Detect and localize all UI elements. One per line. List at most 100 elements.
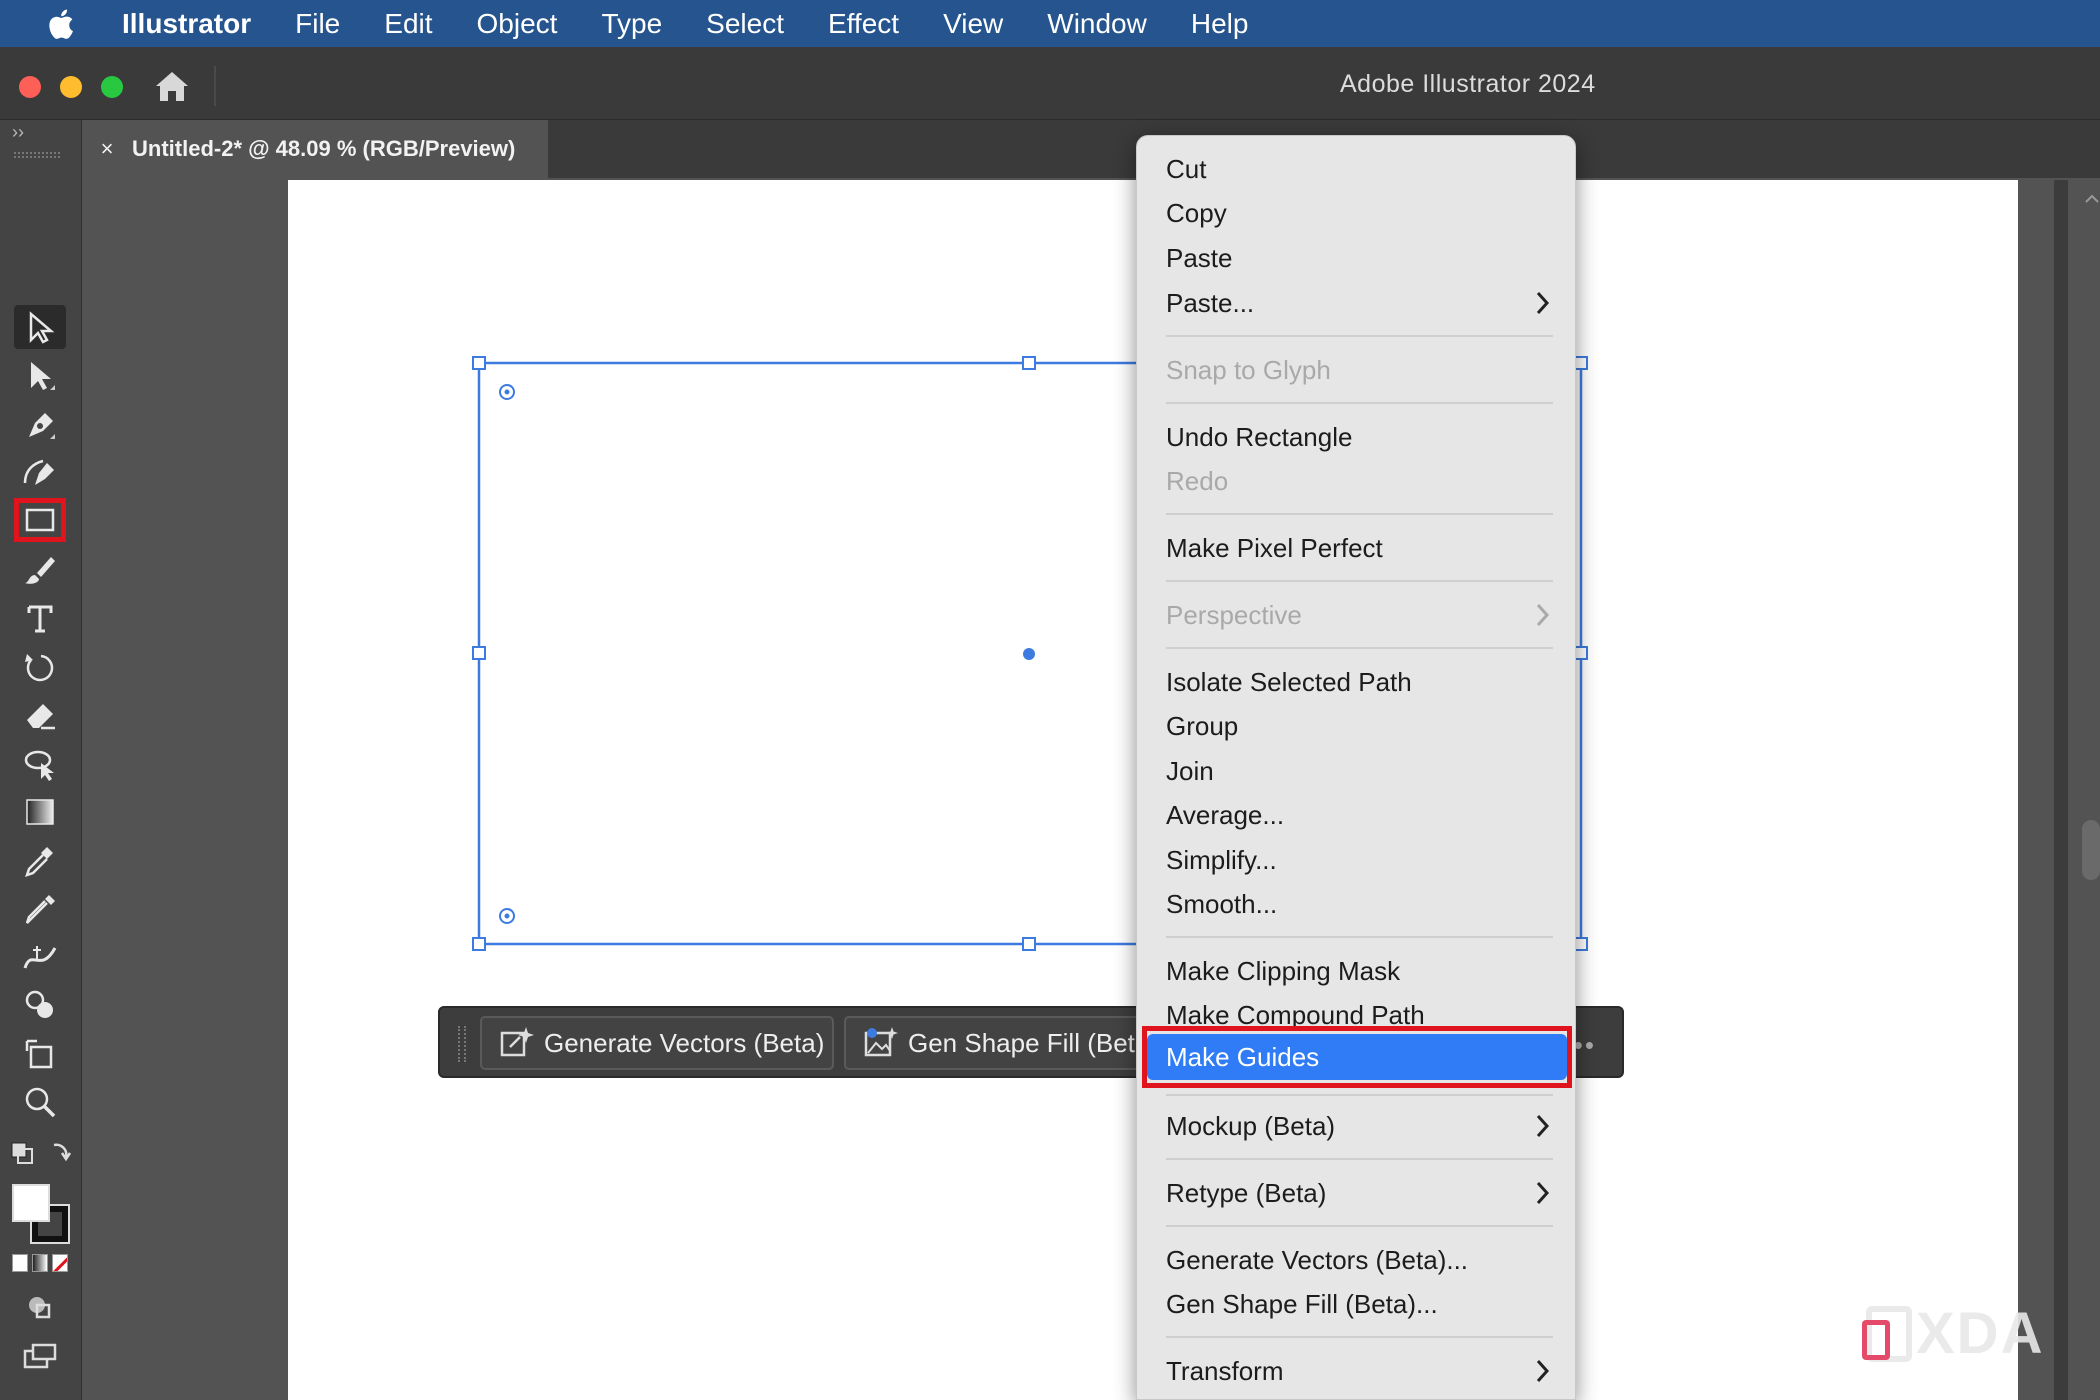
- menu-item-gen-shape-fill-beta[interactable]: Gen Shape Fill (Beta)...: [1137, 1282, 1577, 1326]
- blend-tool-icon[interactable]: [14, 886, 66, 930]
- taskbar-drag-handle[interactable]: [458, 1026, 466, 1062]
- scrollbar-thumb[interactable]: [2082, 820, 2100, 880]
- menu-edit[interactable]: Edit: [362, 8, 454, 40]
- shape-builder-tool-icon[interactable]: [14, 983, 66, 1027]
- menu-item-copy[interactable]: Copy: [1137, 191, 1577, 235]
- menu-item-generate-vectors-beta[interactable]: Generate Vectors (Beta)...: [1137, 1238, 1577, 1282]
- menu-window[interactable]: Window: [1025, 8, 1169, 40]
- vertical-scrollbar[interactable]: [2054, 180, 2100, 1400]
- scroll-up-icon[interactable]: [2084, 192, 2100, 204]
- minimize-window-button[interactable]: [60, 76, 82, 98]
- artboard-tool-icon[interactable]: [14, 1032, 66, 1076]
- window-title-bar: [0, 47, 2100, 120]
- swap-fill-stroke-icon[interactable]: [6, 1134, 76, 1178]
- tab-title: Untitled-2* @ 48.09 % (RGB/Preview): [132, 136, 516, 161]
- selection-tool-icon[interactable]: [14, 305, 66, 349]
- menu-item-group[interactable]: Group: [1137, 704, 1577, 748]
- menu-separator: [1166, 513, 1553, 515]
- toolbar-grip[interactable]: [14, 152, 60, 158]
- menu-item-transform[interactable]: Transform: [1137, 1349, 1577, 1393]
- apple-icon[interactable]: [40, 6, 80, 42]
- menu-item-cut[interactable]: Cut: [1137, 147, 1577, 191]
- zoom-window-button[interactable]: [101, 76, 123, 98]
- gen-shape-fill-label: Gen Shape Fill (Beta: [908, 1027, 1140, 1058]
- taskbar-more-icon[interactable]: ••: [1574, 1030, 1596, 1061]
- draw-mode-icon[interactable]: [14, 1286, 66, 1330]
- close-window-button[interactable]: [19, 76, 41, 98]
- menu-item-redo: Redo: [1166, 465, 1229, 496]
- menu-item-perspective: Perspective: [1137, 593, 1577, 637]
- menu-select[interactable]: Select: [684, 8, 806, 40]
- menu-item-smooth[interactable]: Smooth...: [1137, 882, 1577, 926]
- tools-panel: ››: [0, 120, 82, 1400]
- window-title: Adobe Illustrator 2024: [1340, 70, 1596, 98]
- menu-item-make-pixel-perfect[interactable]: Make Pixel Perfect: [1137, 526, 1577, 570]
- menu-separator: [1166, 1336, 1553, 1338]
- gen-shape-fill-icon: [864, 1027, 898, 1057]
- menu-item-simplify[interactable]: Simplify...: [1137, 838, 1577, 882]
- pen-tool-icon[interactable]: [14, 402, 66, 446]
- more-tools-icon[interactable]: •••: [20, 1394, 44, 1400]
- macos-menu-bar: Illustrator File Edit Object Type Select…: [0, 0, 2100, 47]
- menu-item-label: Perspective: [1166, 599, 1302, 630]
- menu-separator: [1166, 1225, 1553, 1227]
- eyedropper-tool-icon[interactable]: [14, 838, 66, 882]
- gen-shape-fill-button[interactable]: Gen Shape Fill (Beta: [844, 1016, 1140, 1070]
- fill-stroke-swatches[interactable]: [12, 1184, 72, 1244]
- home-icon[interactable]: [152, 66, 192, 106]
- menu-illustrator[interactable]: Illustrator: [110, 8, 273, 40]
- title-bar-divider: [214, 66, 216, 106]
- screen-mode-icon[interactable]: [14, 1334, 66, 1378]
- menu-object[interactable]: Object: [455, 8, 580, 40]
- menu-separator: [1166, 335, 1553, 337]
- menu-item-label: Transform: [1166, 1355, 1284, 1386]
- generate-vectors-label: Generate Vectors (Beta): [544, 1027, 825, 1058]
- make-guides-callout: [1142, 1026, 1572, 1088]
- width-tool-icon[interactable]: [14, 935, 66, 979]
- generate-vectors-button[interactable]: Generate Vectors (Beta): [480, 1016, 834, 1070]
- close-tab-icon[interactable]: ×: [82, 136, 132, 162]
- submenu-chevron-icon: [1536, 291, 1550, 315]
- menu-type[interactable]: Type: [579, 8, 684, 40]
- tab-untitled-2[interactable]: × Untitled-2* @ 48.09 % (RGB/Preview): [82, 120, 548, 178]
- menu-item-mockup-beta[interactable]: Mockup (Beta): [1137, 1104, 1577, 1148]
- direct-selection-tool-icon[interactable]: [14, 353, 66, 397]
- menu-help[interactable]: Help: [1169, 8, 1271, 40]
- color-mode-icons[interactable]: [12, 1254, 72, 1276]
- menu-item-label: Retype (Beta): [1166, 1177, 1327, 1208]
- zoom-tool-icon[interactable]: [14, 1080, 66, 1124]
- menu-item-join[interactable]: Join: [1137, 749, 1577, 793]
- gradient-tool-icon[interactable]: [14, 790, 66, 834]
- toolbar-collapse-icon[interactable]: ››: [12, 122, 24, 143]
- menu-file[interactable]: File: [273, 8, 362, 40]
- menu-separator: [1166, 580, 1553, 582]
- type-tool-icon[interactable]: [14, 596, 66, 640]
- paintbrush-tool-icon[interactable]: [14, 548, 66, 592]
- xda-logo-icon: [1862, 1305, 1912, 1362]
- menu-separator: [1166, 1094, 1553, 1096]
- menu-item-retype-beta[interactable]: Retype (Beta): [1137, 1171, 1577, 1215]
- submenu-chevron-icon: [1536, 1359, 1550, 1383]
- submenu-chevron-icon: [1536, 1181, 1550, 1205]
- menu-item-paste[interactable]: Paste: [1137, 236, 1577, 280]
- menu-item-undo-rectangle[interactable]: Undo Rectangle: [1137, 415, 1577, 459]
- menu-separator: [1166, 647, 1553, 649]
- menu-item-label: Paste...: [1166, 287, 1255, 318]
- menu-item-average[interactable]: Average...: [1137, 793, 1577, 837]
- menu-item-isolate-selected-path[interactable]: Isolate Selected Path: [1137, 660, 1577, 704]
- menu-item-paste-special[interactable]: Paste...: [1137, 281, 1577, 325]
- eraser-tool-icon[interactable]: [14, 693, 66, 737]
- menu-separator: [1166, 402, 1553, 404]
- xda-watermark: XDA: [1862, 1300, 2045, 1367]
- generate-vectors-icon: [500, 1027, 534, 1057]
- menu-effect[interactable]: Effect: [806, 8, 921, 40]
- context-menu: Cut Copy Paste Paste... Snap to Glyph Un…: [1136, 135, 1576, 1400]
- rotate-tool-icon[interactable]: [14, 645, 66, 689]
- rectangle-tool-icon[interactable]: [14, 498, 66, 542]
- menu-item-snap-to-glyph: Snap to Glyph: [1166, 354, 1331, 385]
- menu-view[interactable]: View: [921, 8, 1025, 40]
- lasso-tool-icon[interactable]: [14, 742, 66, 786]
- watermark-text: XDA: [1916, 1301, 2045, 1366]
- curvature-tool-icon[interactable]: [14, 450, 66, 494]
- menu-item-make-clipping-mask[interactable]: Make Clipping Mask: [1137, 949, 1577, 993]
